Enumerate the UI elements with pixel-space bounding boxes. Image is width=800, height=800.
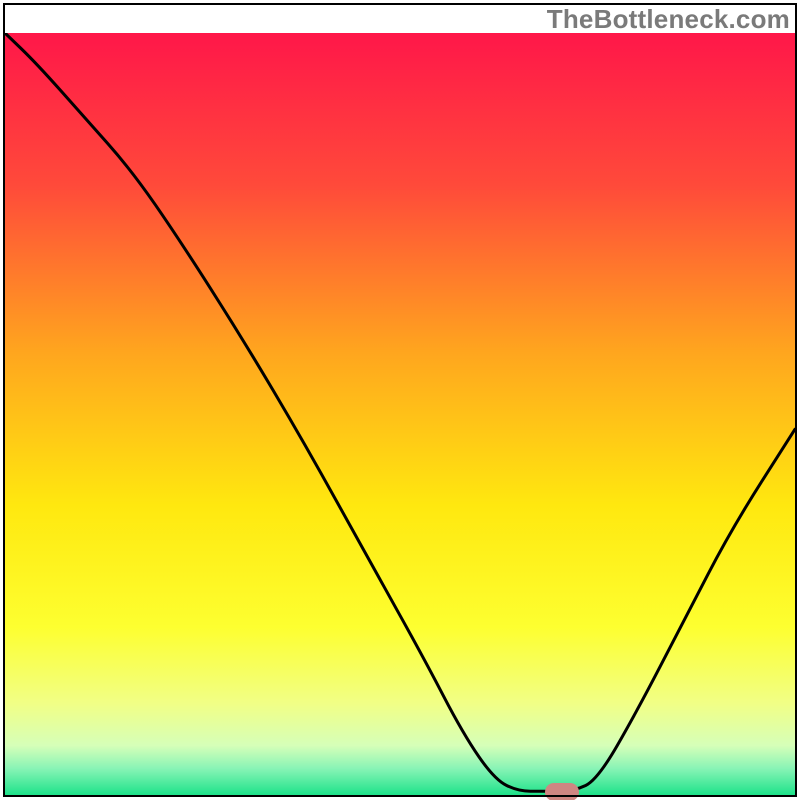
chart-container: TheBottleneck.com: [0, 0, 800, 800]
chart-frame: [3, 3, 797, 797]
